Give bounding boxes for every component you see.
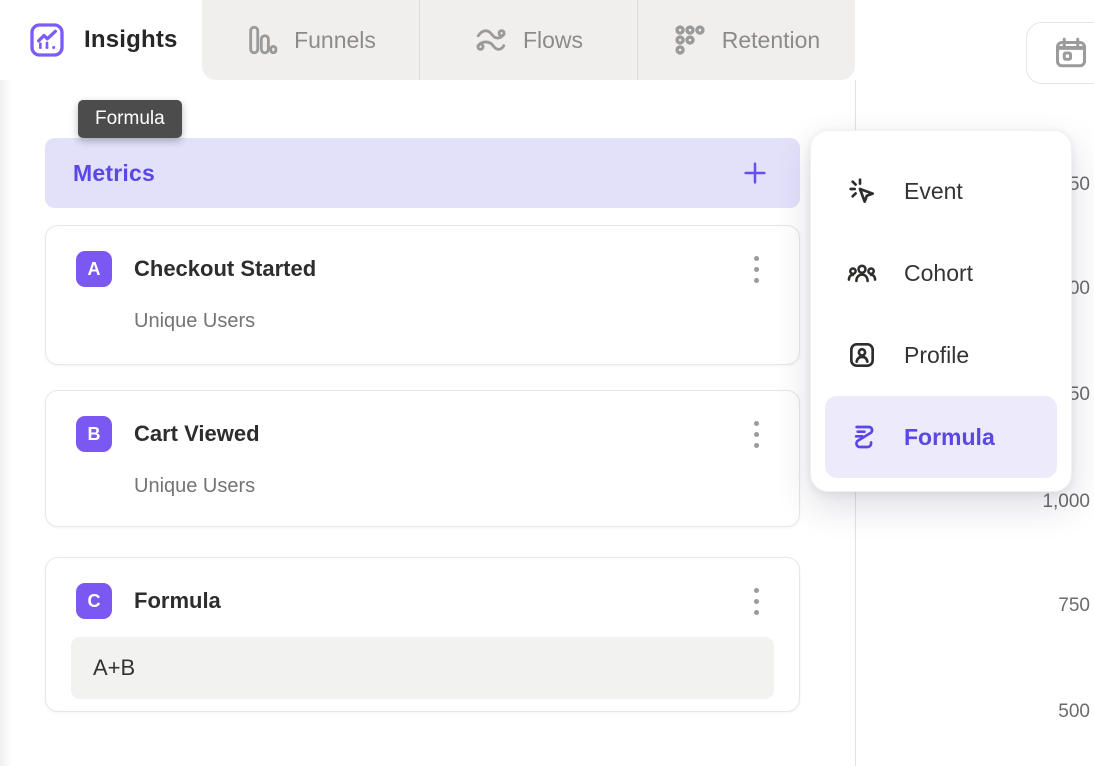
- tab-retention-label: Retention: [722, 27, 820, 54]
- menu-item-cohort[interactable]: Cohort: [825, 232, 1057, 314]
- metric-title: Formula: [134, 588, 741, 614]
- metric-card-b[interactable]: B Cart Viewed Unique Users: [45, 390, 800, 527]
- metric-card-a[interactable]: A Checkout Started Unique Users: [45, 225, 800, 365]
- metric-title: Cart Viewed: [134, 421, 741, 447]
- metric-measurement[interactable]: Unique Users: [134, 310, 771, 333]
- menu-item-label: Cohort: [904, 260, 973, 287]
- tab-funnels-label: Funnels: [294, 27, 376, 54]
- y-axis-tick: 750: [970, 595, 1090, 617]
- metric-title: Checkout Started: [134, 256, 741, 282]
- tab-insights-label: Insights: [84, 26, 178, 54]
- metrics-title: Metrics: [73, 160, 155, 187]
- panel-edge-shadow: [0, 80, 12, 766]
- metric-card-row: A Checkout Started: [76, 250, 771, 288]
- tab-funnels[interactable]: Funnels: [202, 0, 419, 80]
- formula-tooltip: Formula: [78, 100, 182, 138]
- flows-icon: [474, 23, 508, 57]
- tab-insights[interactable]: Insights: [0, 0, 202, 80]
- metric-options-button[interactable]: [741, 415, 771, 453]
- plus-icon: [740, 158, 770, 188]
- calendar-icon: [1053, 35, 1089, 71]
- metric-options-button[interactable]: [741, 582, 771, 620]
- menu-item-event[interactable]: Event: [825, 150, 1057, 232]
- formula-input[interactable]: A+B: [71, 637, 774, 699]
- metric-badge: C: [76, 583, 112, 619]
- funnels-icon: [245, 23, 279, 57]
- menu-item-label: Formula: [904, 424, 995, 451]
- add-metric-button[interactable]: [738, 156, 772, 190]
- y-axis-tick: 1,000: [970, 491, 1090, 513]
- metric-card-c[interactable]: C Formula A+B: [45, 557, 800, 712]
- metric-measurement[interactable]: Unique Users: [134, 475, 771, 498]
- cursor-click-icon: [846, 175, 878, 207]
- y-axis-tick: 500: [970, 701, 1090, 723]
- tab-group: Funnels Flows Retention: [202, 0, 855, 80]
- tab-retention[interactable]: Retention: [637, 0, 855, 80]
- menu-item-label: Event: [904, 178, 963, 205]
- metric-badge: B: [76, 416, 112, 452]
- metric-card-row: C Formula: [76, 582, 771, 620]
- tab-flows[interactable]: Flows: [419, 0, 637, 80]
- people-icon: [846, 257, 878, 289]
- insights-app: Insights Funnels Flows: [0, 0, 1094, 766]
- insights-chart-icon: [27, 20, 67, 60]
- menu-item-profile[interactable]: Profile: [825, 314, 1057, 396]
- menu-item-formula[interactable]: Formula: [825, 396, 1057, 478]
- metric-badge: A: [76, 251, 112, 287]
- metric-type-menu: Event Cohort Profile: [810, 130, 1072, 492]
- metrics-header: Metrics: [45, 138, 800, 208]
- metric-options-button[interactable]: [741, 250, 771, 288]
- menu-item-label: Profile: [904, 342, 969, 369]
- date-range-button[interactable]: [1026, 22, 1094, 84]
- formula-scroll-icon: [846, 421, 878, 453]
- profile-badge-icon: [846, 339, 878, 371]
- metric-card-row: B Cart Viewed: [76, 415, 771, 453]
- tab-flows-label: Flows: [523, 27, 583, 54]
- retention-icon: [673, 23, 707, 57]
